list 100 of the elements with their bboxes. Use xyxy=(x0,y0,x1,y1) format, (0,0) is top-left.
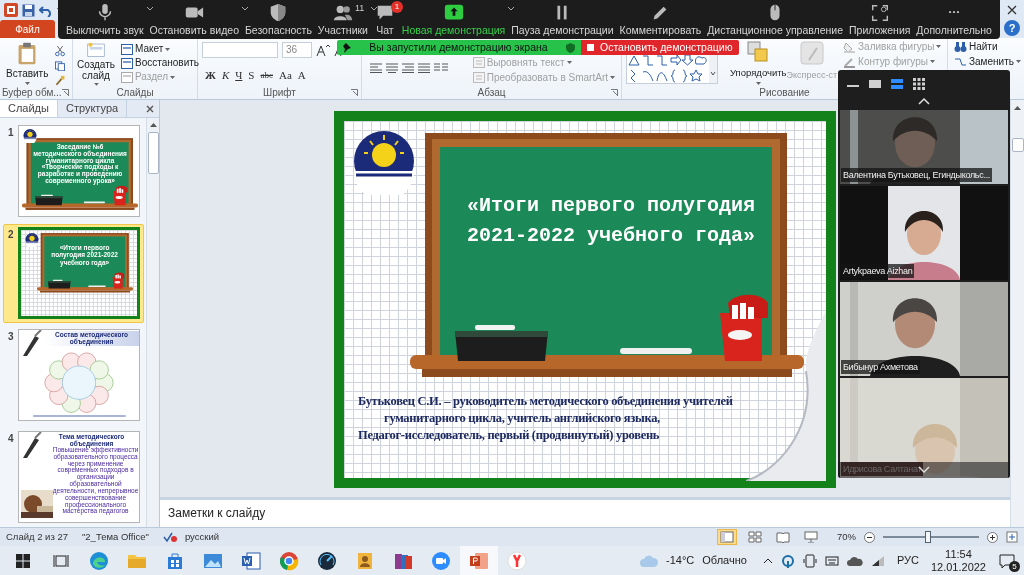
network-activity-icon[interactable] xyxy=(780,553,795,568)
clipboard-icon xyxy=(17,42,38,65)
scissors-icon[interactable] xyxy=(54,46,67,57)
clock[interactable]: 11:54 12.01.2022 xyxy=(926,546,990,575)
caret-icon[interactable] xyxy=(755,82,761,85)
scroll-up-icon[interactable] xyxy=(1012,104,1023,112)
align-icon[interactable] xyxy=(370,63,382,73)
pen-icon xyxy=(20,330,43,356)
weather-temperature[interactable]: -14°C xyxy=(666,552,695,569)
stop-share-button[interactable]: Остановить демонстрацию xyxy=(581,40,739,55)
scrollbar-thumb[interactable] xyxy=(1011,138,1024,152)
ribbon-button[interactable]: Заменить xyxy=(952,54,1023,69)
theme-name: "2_Тема Office" xyxy=(81,529,149,544)
ribbon-button[interactable]: Найти xyxy=(952,39,1000,54)
strip-view-icon[interactable] xyxy=(890,77,904,91)
layout-icon xyxy=(121,57,133,69)
toolbar-button[interactable]: Дополнительно xyxy=(914,0,994,39)
new-slide-button[interactable]: Создать слайд xyxy=(77,42,115,86)
paste-button[interactable]: Вставить xyxy=(4,42,51,86)
format-button[interactable]: S xyxy=(245,68,258,82)
caret-icon[interactable] xyxy=(507,6,516,11)
zoom-level[interactable]: 70% xyxy=(837,529,856,545)
brush-icon[interactable] xyxy=(54,75,67,86)
device-icon[interactable] xyxy=(802,553,817,568)
toolbar-button[interactable]: Приложения xyxy=(847,0,913,39)
caret-icon[interactable] xyxy=(24,82,30,85)
toolbar-button[interactable]: Дистанционное управление xyxy=(705,0,846,39)
fit-window-icon[interactable] xyxy=(1006,531,1018,543)
paint-bucket-icon xyxy=(843,40,857,53)
layout-icon xyxy=(121,71,133,83)
caret-icon[interactable] xyxy=(165,47,171,51)
zoom-in-icon[interactable] xyxy=(987,531,998,543)
format-button[interactable]: Aa xyxy=(276,68,295,82)
file-tab[interactable]: Файл xyxy=(0,20,55,38)
notes-pane[interactable]: Заметки к слайду xyxy=(160,497,1010,527)
close-icon[interactable] xyxy=(146,105,154,113)
font-size-field[interactable]: 36 xyxy=(282,42,312,58)
chevron-up-icon[interactable] xyxy=(762,557,773,564)
scrollbar[interactable] xyxy=(146,118,159,527)
wifi-icon[interactable] xyxy=(870,554,885,567)
format-button[interactable]: Ч xyxy=(232,68,246,82)
slide-text: Бутьковец С.И. – руководитель методического объединения учителей xyxy=(358,393,733,410)
binoculars-icon xyxy=(954,40,967,53)
layout-icon xyxy=(121,43,133,55)
caret-icon[interactable] xyxy=(93,83,99,86)
caret-icon[interactable] xyxy=(370,6,378,11)
input-language-button[interactable]: РУС xyxy=(892,551,923,570)
view-button[interactable] xyxy=(745,529,765,545)
format-button[interactable]: К xyxy=(218,68,233,82)
help-button[interactable]: ? xyxy=(1004,20,1020,36)
panel-tab[interactable]: Слайды xyxy=(0,100,58,117)
align-icon[interactable] xyxy=(402,63,414,73)
grow-font-icon[interactable] xyxy=(316,44,330,56)
save-icon[interactable] xyxy=(22,3,35,17)
caret-icon[interactable] xyxy=(241,6,249,11)
dialog-launcher-icon[interactable] xyxy=(351,89,358,96)
spellcheck-icon[interactable] xyxy=(162,531,177,543)
app-icon[interactable] xyxy=(4,3,18,17)
format-button[interactable]: A xyxy=(294,68,309,82)
scrollbar[interactable] xyxy=(1010,100,1024,527)
format-button[interactable]: Ж xyxy=(202,68,219,82)
notifications-button[interactable]: 5 xyxy=(990,546,1024,575)
dialog-launcher-icon[interactable] xyxy=(62,89,69,96)
slide-thumbnail[interactable] xyxy=(17,431,140,523)
undo-icon[interactable] xyxy=(39,3,53,17)
toolbar-button[interactable]: Безопасность xyxy=(242,0,314,39)
browser-icon xyxy=(89,550,109,571)
zoom-out-icon[interactable] xyxy=(864,531,875,543)
cloud-icon[interactable] xyxy=(846,555,863,566)
toolbar-button[interactable]: Комментировать xyxy=(617,0,704,39)
grid-view-icon[interactable] xyxy=(912,77,926,91)
slider-thumb[interactable] xyxy=(925,531,932,543)
contacts-icon xyxy=(355,550,375,571)
quick-styles-icon xyxy=(798,40,825,66)
scrollbar-thumb[interactable] xyxy=(147,132,159,174)
keyboard-icon[interactable] xyxy=(824,554,839,567)
view-button[interactable] xyxy=(717,529,737,545)
ribbon-button[interactable]: Восстановить xyxy=(119,56,202,70)
language-label[interactable]: русский xyxy=(184,529,220,545)
caret-icon[interactable] xyxy=(145,6,154,11)
weather-condition[interactable]: Облачно xyxy=(702,552,747,569)
align-icon[interactable] xyxy=(386,63,398,73)
pin-icon[interactable] xyxy=(343,42,351,53)
copy-icon[interactable] xyxy=(54,60,67,72)
dialog-launcher-icon[interactable] xyxy=(611,89,618,96)
browser-icon xyxy=(279,550,299,571)
scroll-up-icon[interactable] xyxy=(147,121,159,129)
font-name-field[interactable] xyxy=(202,42,278,58)
close-icon[interactable] xyxy=(1007,5,1017,15)
ribbon-button[interactable]: Макет xyxy=(119,42,202,56)
align-icon[interactable] xyxy=(418,63,430,73)
text-tool-icon xyxy=(472,72,485,83)
view-button[interactable] xyxy=(773,529,793,545)
single-view-icon[interactable] xyxy=(868,77,882,91)
format-button[interactable]: abc xyxy=(257,68,276,82)
banner-text: Вы запустили демонстрацию экрана xyxy=(368,39,549,55)
toolbar-button[interactable]: Выключить звук xyxy=(64,0,146,39)
toolbar-button[interactable]: Пауза демонстрации xyxy=(509,0,616,39)
toolbar-button[interactable]: Остановить видео xyxy=(147,0,241,39)
caret-icon[interactable] xyxy=(1015,60,1021,63)
